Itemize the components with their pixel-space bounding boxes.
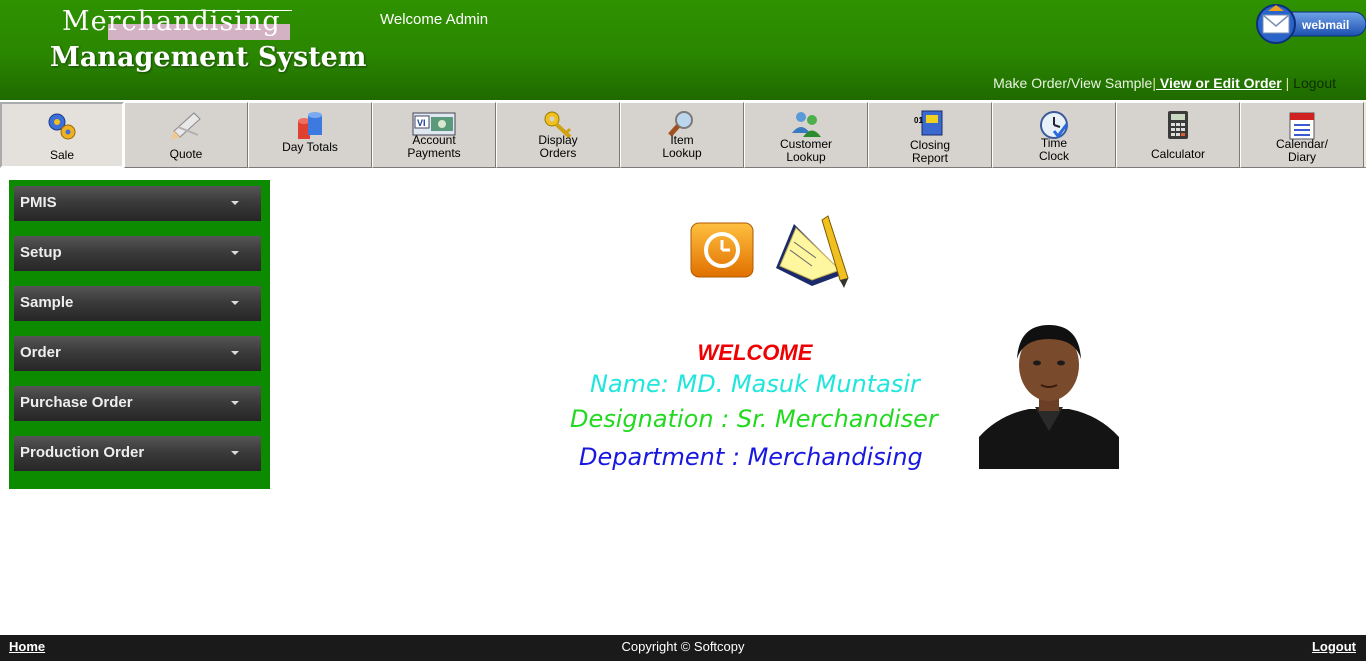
toolbar-item-lookup-button[interactable]: Item Lookup [620, 102, 744, 168]
chevron-down-icon [231, 251, 239, 255]
welcome-heading: WELCOME [697, 340, 813, 365]
view-edit-order-link[interactable]: View or Edit Order [1156, 75, 1282, 91]
sidebar-menu: PMIS Setup Sample Order Purchase Order P… [9, 180, 270, 489]
sidebar-item-order[interactable]: Order [14, 336, 261, 371]
sidebar-item-label: Production Order [20, 444, 145, 461]
webmail-button[interactable]: webmail [1254, 3, 1366, 45]
sidebar-item-label: Sample [20, 294, 74, 311]
toolbar-account-payments-label: Account Payments [407, 133, 461, 160]
gears-icon [48, 113, 76, 140]
logo-title-line1: Merchandising [62, 6, 281, 37]
sidebar-item-label: Order [20, 344, 61, 361]
sidebar-item-setup[interactable]: Setup [14, 236, 261, 271]
footer-logout-link[interactable]: Logout [1312, 639, 1356, 654]
toolbar-time-clock-button[interactable]: Time Clock [992, 102, 1116, 168]
toolbar-sale-label: Sale [49, 148, 75, 162]
calculator-icon [1168, 111, 1188, 139]
welcome-admin-text: Welcome Admin [380, 11, 489, 28]
link-separator: | [1281, 75, 1294, 91]
sidebar-item-label: Setup [20, 244, 62, 261]
toolbar-calendar-diary-button[interactable]: Calendar/ Diary [1240, 102, 1364, 168]
header-logout-link[interactable]: Logout [1293, 75, 1336, 91]
toolbar-day-totals-label: Day Totals [282, 140, 338, 154]
user-name-text: Name: MD. Masuk Muntasir [590, 370, 920, 398]
sidebar-item-purchase-order[interactable]: Purchase Order [14, 386, 261, 421]
toolbar-customer-lookup-label: Customer Lookup [779, 137, 832, 164]
outlook-clock-icon[interactable] [690, 222, 754, 278]
pencil-icon [171, 112, 201, 140]
user-department-text: Department : Merchandising [579, 443, 923, 471]
notepad-pencil-icon[interactable] [772, 212, 852, 292]
sidebar-item-production-order[interactable]: Production Order [14, 436, 261, 471]
svg-text:webmail: webmail [1301, 18, 1349, 32]
toolbar-quote-button[interactable]: Quote [124, 102, 248, 168]
database-icon [298, 112, 322, 139]
chevron-down-icon [231, 351, 239, 355]
toolbar-closing-report-label: Closing Report [909, 138, 951, 165]
footer-bar: Home Copyright © Softcopy Logout [0, 635, 1366, 661]
chevron-down-icon [231, 451, 239, 455]
logo-title-line2: Management System [50, 42, 367, 73]
webmail-icon: webmail [1256, 4, 1366, 44]
sidebar-item-sample[interactable]: Sample [14, 286, 261, 321]
user-profile-photo [979, 319, 1119, 469]
user-avatar-image [979, 319, 1119, 469]
toolbar-account-payments-button[interactable]: VI Account Payments [372, 102, 496, 168]
toolbar-calendar-diary-label: Calendar/ Diary [1275, 137, 1329, 164]
toolbar-day-totals-button[interactable]: Day Totals [248, 102, 372, 168]
header-links: Make Order/View Sample | View or Edit Ord… [993, 75, 1336, 91]
toolbar: Sale Quote Day Totals VI Account Payment… [0, 101, 1366, 168]
svg-text:VI: VI [417, 118, 426, 128]
toolbar-display-orders-label: Display Orders [538, 133, 578, 160]
svg-text:01: 01 [914, 116, 923, 125]
sidebar-item-label: PMIS [20, 194, 57, 211]
toolbar-item-lookup-label: Item Lookup [662, 133, 702, 160]
user-designation-text: Designation : Sr. Merchandiser [570, 405, 938, 433]
toolbar-quote-label: Quote [169, 147, 203, 161]
make-order-link[interactable]: Make Order/View Sample [993, 75, 1152, 91]
toolbar-sale-button[interactable]: Sale [0, 102, 124, 168]
chevron-down-icon [231, 201, 239, 205]
toolbar-calculator-label: Calculator [1150, 147, 1206, 161]
sidebar-item-label: Purchase Order [20, 394, 133, 411]
toolbar-time-clock-label: Time Clock [1038, 136, 1069, 163]
toolbar-customer-lookup-button[interactable]: Customer Lookup [744, 102, 868, 168]
toolbar-display-orders-button[interactable]: Display Orders [496, 102, 620, 168]
page-root: Merchandising Management System Welcome … [0, 0, 1366, 661]
footer-copyright: Copyright © Softcopy [621, 639, 745, 654]
header-bar: Merchandising Management System Welcome … [0, 0, 1366, 100]
sidebar-item-pmis[interactable]: PMIS [14, 186, 261, 221]
chevron-down-icon [231, 301, 239, 305]
toolbar-calculator-button[interactable]: Calculator [1116, 102, 1240, 168]
chevron-down-icon [231, 401, 239, 405]
report-icon: 01 [914, 110, 943, 136]
toolbar-closing-report-button[interactable]: 01 Closing Report [868, 102, 992, 168]
